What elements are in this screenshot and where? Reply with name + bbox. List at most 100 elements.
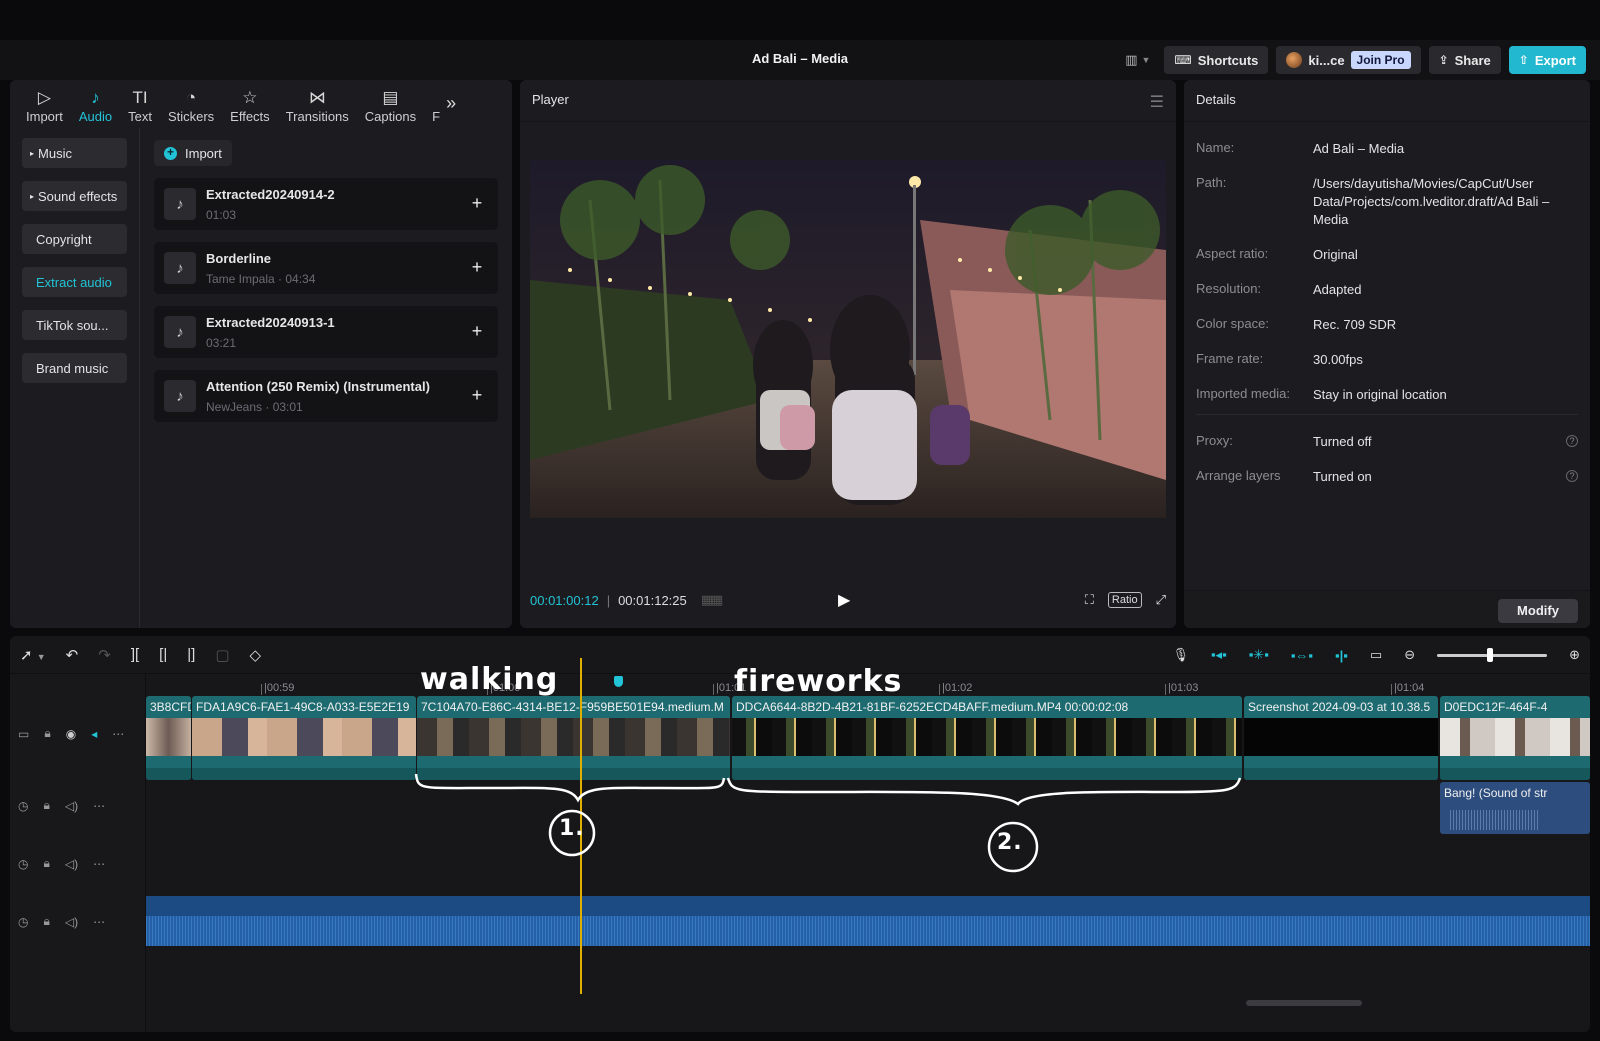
add-icon[interactable]: +	[468, 322, 486, 341]
caret-right-icon: ▸	[30, 191, 35, 201]
detail-value: Original	[1313, 247, 1358, 262]
zoom-in-icon[interactable]: ⊕	[1569, 647, 1580, 663]
ratio-button[interactable]: Ratio	[1107, 592, 1142, 608]
player-title: Player	[532, 92, 569, 107]
help-icon[interactable]: ?	[1566, 470, 1578, 482]
timecode-separator: |	[606, 592, 611, 608]
caret-right-icon: ▸	[30, 148, 35, 158]
lock-icon[interactable]: 🔒︎	[43, 798, 49, 813]
plus-circle-icon	[164, 145, 177, 160]
audio-clip[interactable]: Bang! (Sound of str	[1440, 782, 1590, 834]
captions-icon: ▤	[382, 88, 399, 107]
lock-icon[interactable]: 🔒︎	[43, 914, 49, 929]
split-left-icon[interactable]: [|	[159, 646, 167, 663]
tab-filters[interactable]: F	[424, 80, 440, 128]
image-clip[interactable]: Screenshot 2024-09-03 at 10.38.5	[1244, 696, 1438, 780]
linkage-icon[interactable]: ▪✳▪	[1249, 647, 1269, 663]
more-icon[interactable]: ⋯	[112, 727, 124, 741]
auto-snap-icon[interactable]: ▪◂▪	[1211, 647, 1227, 663]
audio-track-card[interactable]: ♪ Extracted20240914-2 01:03 +	[154, 178, 498, 230]
music-track[interactable]	[146, 896, 1590, 946]
join-pro-button[interactable]: Join Pro	[1350, 51, 1411, 69]
annotation-braces	[414, 773, 1242, 873]
modify-button[interactable]: Modify	[1498, 599, 1578, 623]
crop-icon[interactable]: ⛶	[1085, 592, 1094, 608]
marker-icon[interactable]: ◇	[250, 646, 262, 664]
volume-icon[interactable]: ◁)	[65, 799, 78, 813]
tab-captions[interactable]: ▤ Captions	[357, 80, 424, 128]
track-meta: 03:21	[206, 335, 237, 350]
lock-icon[interactable]: 🔒︎	[44, 726, 50, 741]
zoom-slider-knob[interactable]	[1487, 647, 1494, 662]
lock-icon[interactable]: 🔒︎	[43, 856, 49, 871]
undo-icon[interactable]: ↶	[66, 646, 79, 664]
track-headers: ▭ 🔒︎ ◉ ◂ ⋯ ◷ 🔒︎ ◁) ⋯ ◷ 🔒︎ ◁) ⋯ ◷ 🔒︎ ◁) ⋯	[10, 674, 146, 1032]
more-icon[interactable]: ⋯	[93, 799, 105, 813]
clip-thumbnails	[146, 718, 191, 756]
zoom-slider[interactable]	[1437, 647, 1548, 662]
tab-text[interactable]: TI Text	[120, 80, 160, 128]
subnav-sound-effects[interactable]: ▸ Sound effects	[22, 181, 127, 211]
more-icon[interactable]: ⋯	[93, 857, 105, 871]
microphone-icon[interactable]: 🎙	[1172, 647, 1189, 663]
video-preview[interactable]	[530, 160, 1166, 518]
shortcuts-button[interactable]: ⌨ Shortcuts	[1164, 46, 1269, 74]
marker-pin-icon[interactable]	[614, 676, 623, 687]
audio-icon: ♪	[91, 88, 100, 107]
subnav-brand-music[interactable]: Brand music	[22, 353, 127, 383]
share-label: Share	[1454, 52, 1491, 68]
tab-import[interactable]: ▷ Import	[18, 80, 71, 128]
audio-track-card[interactable]: ♪ Borderline Tame Impala · 04:34 +	[154, 242, 498, 294]
subnav-extract-audio[interactable]: Extract audio	[22, 267, 127, 297]
subnav-music[interactable]: ▸ Music	[22, 138, 127, 168]
share-button[interactable]: ⇪ Share	[1428, 46, 1501, 74]
menu-icon[interactable]: ☰	[1150, 92, 1164, 111]
fit-timeline-icon[interactable]: ▭	[1370, 647, 1382, 663]
delete-icon[interactable]: ▢	[215, 646, 229, 664]
split-right-icon[interactable]: |]	[187, 646, 195, 663]
zoom-out-icon[interactable]: ⊖	[1404, 647, 1415, 663]
export-button[interactable]: ⇧ Export	[1508, 46, 1586, 74]
add-icon[interactable]: +	[468, 194, 486, 213]
tab-label: F	[432, 109, 441, 124]
account-button[interactable]: ki...ce Join Pro	[1276, 46, 1421, 74]
tab-effects[interactable]: ☆ Effects	[222, 80, 278, 128]
add-icon[interactable]: +	[468, 258, 486, 277]
timeline-view-icon[interactable]: ▦▦	[701, 592, 724, 608]
audio-track-header: ◷ 🔒︎ ◁) ⋯	[18, 798, 105, 813]
video-clip[interactable]: 7C104A70-E86C-4314-BE12-F959BE501E94.med…	[417, 696, 730, 780]
subnav-copyright[interactable]: Copyright	[22, 224, 127, 254]
fullscreen-icon[interactable]: ⤢	[1156, 592, 1166, 608]
tab-stickers[interactable]: ◔ Stickers	[160, 80, 222, 128]
eye-icon[interactable]: ◉	[66, 727, 76, 741]
preview-axis-icon[interactable]: ▪|▪	[1335, 648, 1348, 663]
add-icon[interactable]: +	[468, 386, 486, 405]
layout-button[interactable]: ▥ ▼	[1119, 52, 1156, 68]
video-clip[interactable]: 3B8CFD	[146, 696, 191, 780]
timeline-scrollbar[interactable]	[1246, 1000, 1362, 1006]
clip-audio-strip	[146, 768, 191, 780]
redo-icon[interactable]: ↷	[98, 646, 111, 664]
split-icon[interactable]: ][	[131, 646, 139, 663]
video-clip[interactable]: DDCA6644-8B2D-4B21-81BF-6252ECD4BAFF.med…	[732, 696, 1242, 780]
audio-track-card[interactable]: ♪ Extracted20240913-1 03:21 +	[154, 306, 498, 358]
volume-icon[interactable]: ◁)	[65, 857, 78, 871]
detail-value: Adapted	[1313, 282, 1362, 297]
select-tool-icon[interactable]: ➚ ▼	[20, 646, 46, 664]
more-tabs-icon[interactable]: »	[440, 93, 462, 128]
audio-mute-icon[interactable]: ◂	[91, 727, 97, 741]
tab-audio[interactable]: ♪ Audio	[71, 80, 120, 128]
share-icon: ⇪	[1438, 53, 1449, 67]
link-icon[interactable]: ▪⇔▪	[1291, 648, 1313, 663]
video-clip[interactable]: D0EDC12F-464F-4	[1440, 696, 1590, 780]
chevron-down-icon: ▼	[1141, 55, 1151, 65]
play-button[interactable]: ▶	[838, 590, 850, 610]
more-icon[interactable]: ⋯	[93, 915, 105, 929]
video-clip[interactable]: FDA1A9C6-FAE1-49C8-A033-E5E2E19	[192, 696, 416, 780]
help-icon[interactable]: ?	[1566, 435, 1578, 447]
subnav-tiktok-sounds[interactable]: TikTok sou...	[22, 310, 127, 340]
volume-icon[interactable]: ◁)	[65, 915, 78, 929]
audio-track-card[interactable]: ♪ Attention (250 Remix) (Instrumental) Ne…	[154, 370, 498, 422]
tab-transitions[interactable]: ⋈ Transitions	[278, 80, 357, 128]
import-audio-button[interactable]: Import	[154, 140, 232, 166]
